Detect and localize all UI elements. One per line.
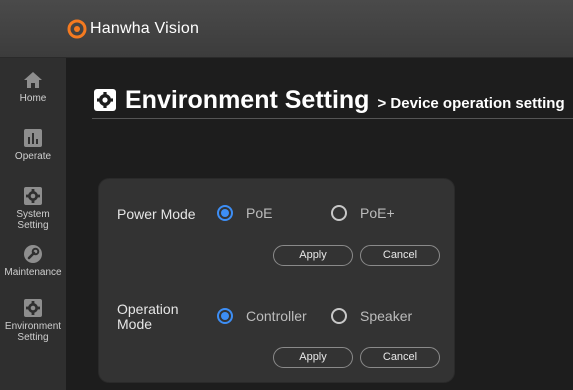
power-mode-poe-plus-radio[interactable]: PoE+ bbox=[331, 205, 395, 221]
chart-icon bbox=[24, 129, 42, 147]
sidebar-item-label: Environment bbox=[4, 321, 62, 332]
radio-unselected-indicator[interactable] bbox=[331, 308, 347, 324]
sidebar: Home Operate System Setting Maintenance bbox=[0, 58, 66, 390]
radio-label: Speaker bbox=[360, 308, 413, 324]
radio-unselected-indicator[interactable] bbox=[331, 205, 347, 221]
sidebar-item-system-setting[interactable]: System Setting bbox=[0, 186, 66, 231]
page-header: Environment Setting > Device operation s… bbox=[92, 82, 573, 118]
page-title: Environment Setting bbox=[125, 85, 370, 114]
breadcrumb: > Device operation setting bbox=[377, 94, 565, 112]
sidebar-item-home[interactable]: Home bbox=[0, 70, 66, 104]
brand-name: Hanwha Vision bbox=[90, 20, 200, 37]
home-icon bbox=[24, 72, 42, 88]
sidebar-item-label: System Setting bbox=[16, 209, 50, 231]
sidebar-item-label: Operate bbox=[14, 151, 52, 162]
power-mode-label: Power Mode bbox=[117, 206, 196, 222]
top-bar: Hanwha Vision bbox=[0, 0, 573, 58]
power-mode-cancel-button[interactable]: Cancel bbox=[360, 245, 440, 266]
power-mode-poe-radio[interactable]: PoE bbox=[217, 205, 272, 221]
radio-label: Controller bbox=[246, 308, 307, 324]
sidebar-item-label: Home bbox=[19, 93, 47, 104]
gear-icon bbox=[24, 187, 42, 205]
operation-mode-label: Operation bbox=[117, 301, 179, 317]
gear-icon bbox=[24, 299, 42, 317]
sidebar-item-label: Setting bbox=[17, 332, 49, 343]
sidebar-item-label: Maintenance bbox=[4, 267, 62, 278]
brand-logo[interactable]: Hanwha Vision bbox=[66, 18, 199, 40]
radio-label: PoE+ bbox=[360, 205, 395, 221]
sidebar-item-maintenance[interactable]: Maintenance bbox=[0, 244, 66, 278]
power-mode-apply-button[interactable]: Apply bbox=[273, 245, 353, 266]
operation-mode-apply-button[interactable]: Apply bbox=[273, 347, 353, 368]
operation-mode-label: Mode bbox=[117, 316, 153, 332]
header-divider bbox=[92, 118, 573, 119]
radio-selected-indicator[interactable] bbox=[217, 308, 233, 324]
sidebar-item-operate[interactable]: Operate bbox=[0, 128, 66, 162]
radio-selected-indicator[interactable] bbox=[217, 205, 233, 221]
gear-icon bbox=[94, 89, 116, 111]
wrench-icon bbox=[24, 245, 42, 263]
operation-mode-cancel-button[interactable]: Cancel bbox=[360, 347, 440, 368]
hanwha-logo-icon bbox=[67, 19, 87, 39]
operation-mode-controller-radio[interactable]: Controller bbox=[217, 308, 307, 324]
settings-panel: Power Mode PoE PoE+ Apply Cancel Operati… bbox=[99, 179, 454, 382]
radio-label: PoE bbox=[246, 205, 273, 221]
sidebar-item-environment-setting[interactable]: Environment Setting bbox=[0, 298, 66, 343]
operation-mode-speaker-radio[interactable]: Speaker bbox=[331, 308, 412, 324]
